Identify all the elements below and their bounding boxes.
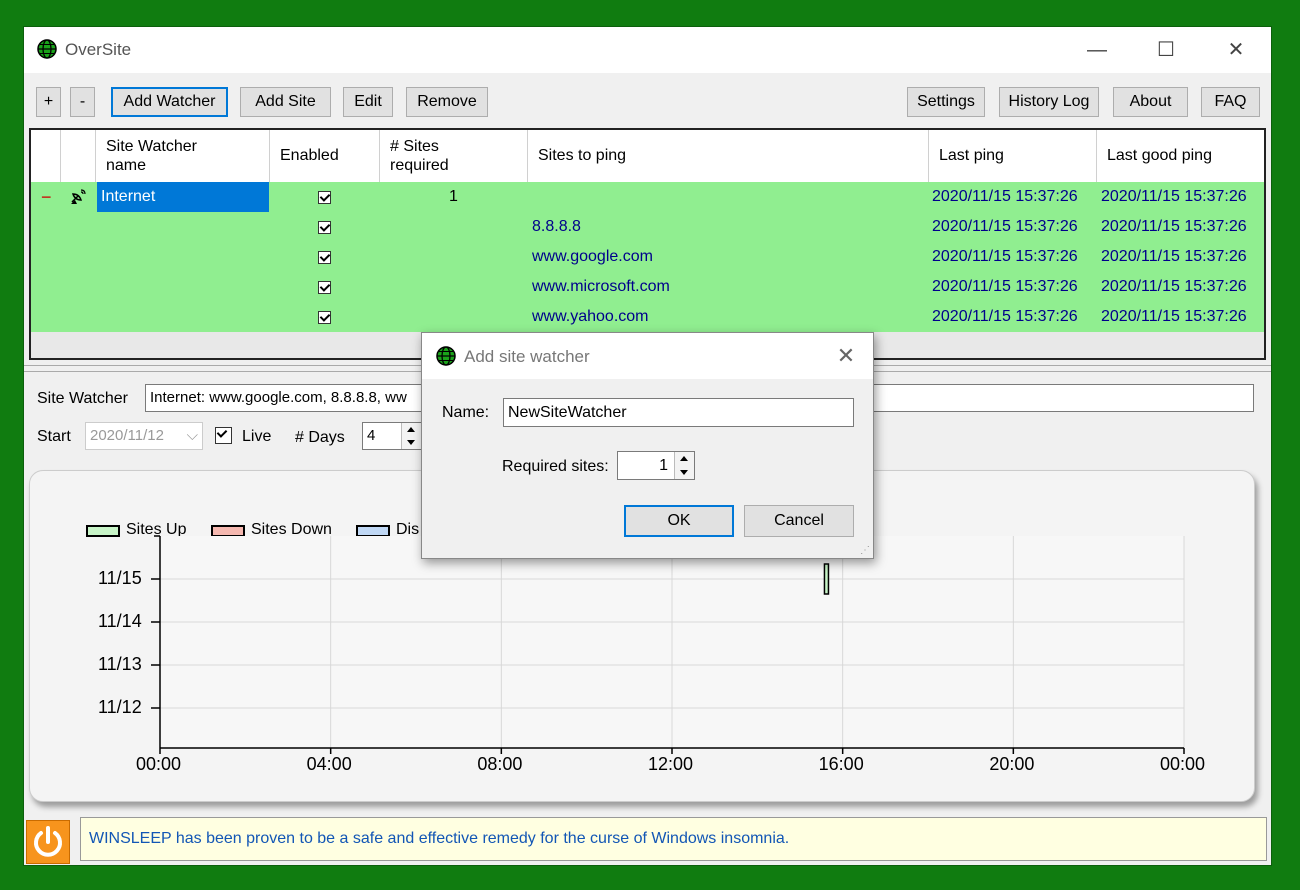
site-watcher-grid[interactable]: Site Watcher name Enabled # Sites requir… — [29, 128, 1266, 360]
header-sites-required[interactable]: # Sites required — [380, 130, 528, 182]
grid-rows: − Internet 1 2020/11/15 15:37:26 2020/11… — [31, 182, 1264, 332]
site-cell[interactable]: www.yahoo.com — [532, 302, 649, 332]
x-tick-label: 00:00 — [136, 754, 182, 774]
last-ping-cell: 2020/11/15 15:37:26 — [932, 218, 1078, 235]
x-tick-label: 16:00 — [818, 754, 864, 774]
site-watcher-label: Site Watcher — [37, 390, 128, 407]
last-ping-cell: 2020/11/15 15:37:26 — [932, 248, 1078, 265]
enabled-checkbox[interactable] — [318, 311, 331, 324]
dialog-close-icon[interactable]: ✕ — [831, 341, 861, 371]
y-tick-label: 11/15 — [98, 568, 142, 588]
status-message: WINSLEEP has been proven to be a safe an… — [80, 817, 1267, 861]
collapse-toggle-icon[interactable]: − — [41, 182, 52, 212]
status-bar-mark — [823, 563, 830, 595]
table-row[interactable]: www.yahoo.com 2020/11/15 15:37:26 2020/1… — [31, 302, 1264, 332]
x-tick-label: 08:00 — [477, 754, 523, 774]
last-ping-cell: 2020/11/15 15:37:26 — [932, 278, 1078, 295]
ok-button[interactable]: OK — [624, 505, 734, 537]
power-icon[interactable] — [26, 820, 70, 864]
dialog-title-bar[interactable]: Add site watcher ✕ — [422, 333, 873, 379]
title-bar[interactable]: OverSite — ☐ ✕ — [24, 27, 1271, 73]
about-button[interactable]: About — [1113, 87, 1188, 117]
days-spin-buttons[interactable] — [401, 423, 421, 449]
site-cell[interactable]: 8.8.8.8 — [532, 212, 581, 242]
table-row[interactable]: www.google.com 2020/11/15 15:37:26 2020/… — [31, 242, 1264, 272]
live-checkbox[interactable] — [215, 427, 232, 444]
site-cell[interactable]: www.microsoft.com — [532, 272, 670, 302]
y-tick-label: 11/14 — [98, 611, 142, 631]
dialog-title: Add site watcher — [464, 347, 590, 366]
satellite-dish-icon — [71, 189, 86, 204]
last-good-ping-cell: 2020/11/15 15:37:26 — [1101, 308, 1247, 325]
edit-button[interactable]: Edit — [343, 87, 393, 117]
header-icon-col — [61, 130, 96, 182]
last-good-ping-cell: 2020/11/15 15:37:26 — [1101, 188, 1247, 205]
header-name[interactable]: Site Watcher name — [96, 130, 270, 182]
remove-button[interactable]: Remove — [406, 87, 488, 117]
enabled-checkbox[interactable] — [318, 221, 331, 234]
x-tick-label: 20:00 — [989, 754, 1035, 774]
maximize-button[interactable]: ☐ — [1151, 35, 1181, 65]
last-good-ping-cell: 2020/11/15 15:37:26 — [1101, 248, 1247, 265]
last-ping-cell: 2020/11/15 15:37:26 — [932, 308, 1078, 325]
minimize-button[interactable]: — — [1082, 35, 1112, 65]
header-last-ping[interactable]: Last ping — [929, 130, 1097, 182]
resize-grip-icon[interactable]: ⋰ — [860, 545, 870, 556]
name-label: Name: — [442, 404, 490, 421]
y-tick-label: 11/12 — [98, 697, 142, 717]
x-tick-label: 04:00 — [306, 754, 352, 774]
expand-all-button[interactable]: + — [36, 87, 61, 117]
enabled-checkbox[interactable] — [318, 251, 331, 264]
chevron-down-icon: ⌵ — [186, 427, 198, 444]
header-enabled[interactable]: Enabled — [270, 130, 380, 182]
sites-required-cell[interactable]: 1 — [449, 182, 458, 212]
header-sites-to-ping[interactable]: Sites to ping — [528, 130, 929, 182]
faq-button[interactable]: FAQ — [1201, 87, 1260, 117]
grid-header: Site Watcher name Enabled # Sites requir… — [31, 130, 1264, 183]
last-good-ping-cell: 2020/11/15 15:37:26 — [1101, 218, 1247, 235]
table-row[interactable]: 8.8.8.8 2020/11/15 15:37:26 2020/11/15 1… — [31, 212, 1264, 242]
x-tick-label: 00:00 — [1160, 754, 1206, 774]
enabled-checkbox[interactable] — [318, 281, 331, 294]
live-label: Live — [242, 428, 272, 445]
history-log-button[interactable]: History Log — [999, 87, 1099, 117]
x-tick-label: 12:00 — [648, 754, 694, 774]
watcher-name-cell[interactable]: Internet — [97, 182, 269, 212]
start-date-picker[interactable]: 2020/11/12 ⌵ — [85, 422, 203, 450]
required-sites-label: Required sites: — [502, 458, 609, 475]
globe-icon — [436, 346, 456, 366]
table-row[interactable]: www.microsoft.com 2020/11/15 15:37:26 20… — [31, 272, 1264, 302]
settings-button[interactable]: Settings — [907, 87, 985, 117]
status-bar: WINSLEEP has been proven to be a safe an… — [24, 817, 1271, 865]
add-site-watcher-dialog: Add site watcher ✕ Name: NewSiteWatcher … — [421, 332, 874, 559]
collapse-all-button[interactable]: - — [70, 87, 95, 117]
cancel-button[interactable]: Cancel — [744, 505, 854, 537]
name-field[interactable]: NewSiteWatcher — [503, 398, 854, 427]
site-cell[interactable]: www.google.com — [532, 242, 653, 272]
close-button[interactable]: ✕ — [1221, 35, 1251, 65]
window-title: OverSite — [65, 40, 132, 59]
enabled-checkbox[interactable] — [318, 191, 331, 204]
required-sites-spin-buttons[interactable] — [674, 452, 694, 479]
start-label: Start — [37, 428, 71, 445]
days-label: # Days — [295, 429, 345, 446]
y-tick-label: 11/13 — [98, 654, 142, 674]
header-expand-col — [31, 130, 61, 182]
last-ping-cell: 2020/11/15 15:37:26 — [932, 188, 1078, 205]
days-stepper[interactable]: 4 — [362, 422, 422, 450]
header-last-good-ping[interactable]: Last good ping — [1097, 130, 1264, 182]
add-watcher-button[interactable]: Add Watcher — [111, 87, 228, 117]
globe-icon — [37, 39, 57, 59]
last-good-ping-cell: 2020/11/15 15:37:26 — [1101, 278, 1247, 295]
required-sites-stepper[interactable]: 1 — [617, 451, 695, 480]
table-row[interactable]: − Internet 1 2020/11/15 15:37:26 2020/11… — [31, 182, 1264, 212]
add-site-button[interactable]: Add Site — [240, 87, 331, 117]
